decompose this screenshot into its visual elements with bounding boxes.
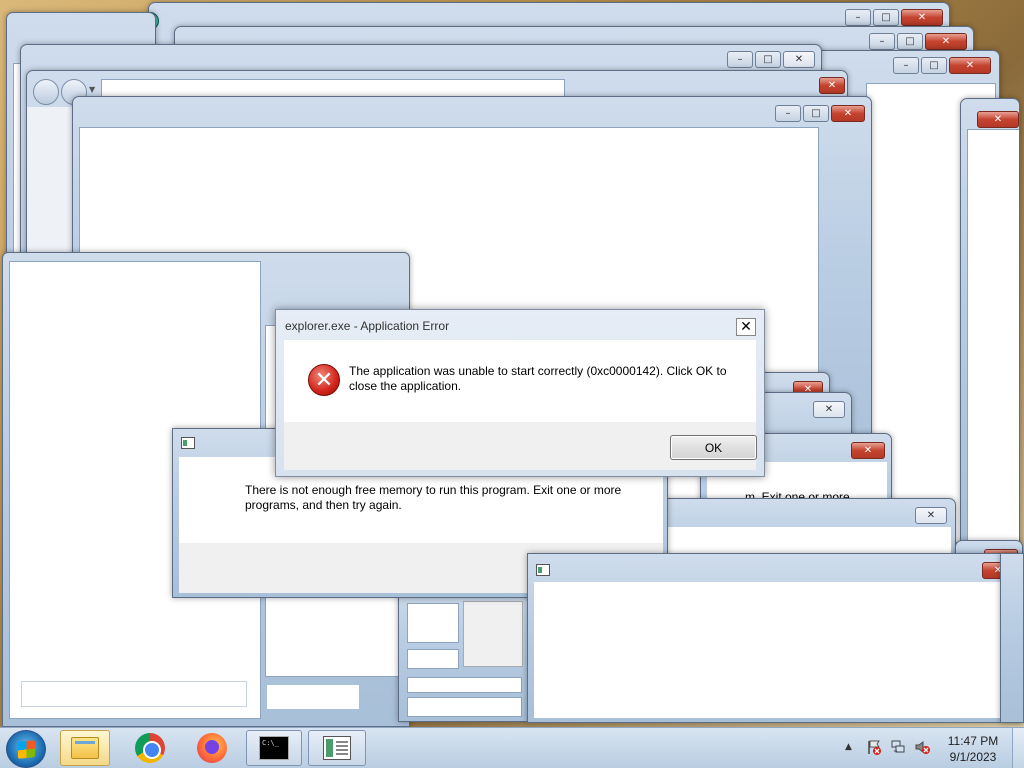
taskbar-clock[interactable]: 11:47 PM 9/1/2023 [935,733,1011,765]
close-button[interactable]: ✕ [925,33,967,50]
status-field [21,681,247,707]
maximize-button[interactable]: □ [803,105,829,122]
firefox-taskbar-button[interactable] [186,730,238,766]
maximize-button[interactable]: □ [755,51,781,68]
status-field [267,685,359,709]
minimize-button[interactable]: – [893,57,919,74]
close-button[interactable]: ✕ [901,9,943,26]
bg-window[interactable]: ✕ [527,553,1023,723]
volume-muted-icon[interactable] [914,739,930,755]
close-button[interactable]: ✕ [783,51,815,68]
firefox-icon [197,733,227,763]
minimize-button[interactable]: – [727,51,753,68]
dialog-body: ✕ The application was unable to start co… [284,340,756,422]
app-icon [181,437,195,449]
bg-dialog[interactable] [398,580,528,722]
network-icon[interactable] [890,739,906,755]
error-message: The application was unable to start corr… [349,364,727,393]
taskbar: C:\_ ▲ 11:47 PM 9/1/2023 [0,727,1024,768]
app-taskbar-button[interactable] [308,730,366,766]
minimize-button[interactable]: – [845,9,871,26]
close-button[interactable]: ✕ [915,507,947,524]
memory-message: There is not enough free memory to run t… [245,483,622,512]
cmd-icon: C:\_ [259,736,289,760]
chrome-icon [135,733,165,763]
close-button[interactable]: ✕ [831,105,865,122]
folder-icon [71,737,99,759]
close-icon[interactable]: ✕ [736,318,756,336]
error-x-icon: ✕ [308,364,340,396]
app-icon [536,564,550,576]
close-button[interactable]: ✕ [949,57,991,74]
bg-window[interactable]: ✕ [960,98,1020,548]
close-button[interactable]: ✕ [977,111,1019,128]
minimize-button[interactable]: – [775,105,801,122]
clock-date: 9/1/2023 [949,750,997,764]
dialog-title: explorer.exe - Application Error [285,319,450,333]
file-explorer-taskbar-button[interactable] [60,730,110,766]
ok-button[interactable]: OK [670,435,757,460]
maximize-button[interactable]: □ [897,33,923,50]
clock-time: 11:47 PM [947,734,999,748]
close-button[interactable]: ✕ [851,442,885,459]
chrome-taskbar-button[interactable] [124,730,176,766]
application-error-dialog[interactable]: explorer.exe - Application Error ✕ ✕ The… [275,309,765,477]
maximize-button[interactable]: □ [873,9,899,26]
minimize-button[interactable]: – [869,33,895,50]
dialog-footer: OK [284,422,757,470]
chevron-down-icon[interactable]: ▼ [89,85,95,94]
back-button[interactable] [33,79,59,105]
start-button[interactable] [6,730,46,768]
close-button[interactable]: ✕ [813,401,845,418]
close-button[interactable]: ✕ [819,77,845,94]
maximize-button[interactable]: □ [921,57,947,74]
cmd-taskbar-button[interactable]: C:\_ [246,730,302,766]
show-desktop-button[interactable] [1012,728,1024,768]
show-hidden-icons-arrow[interactable]: ▲ [845,742,852,752]
app-icon [323,736,351,760]
action-center-flag-icon[interactable] [866,739,882,755]
bg-window[interactable] [1000,553,1024,723]
